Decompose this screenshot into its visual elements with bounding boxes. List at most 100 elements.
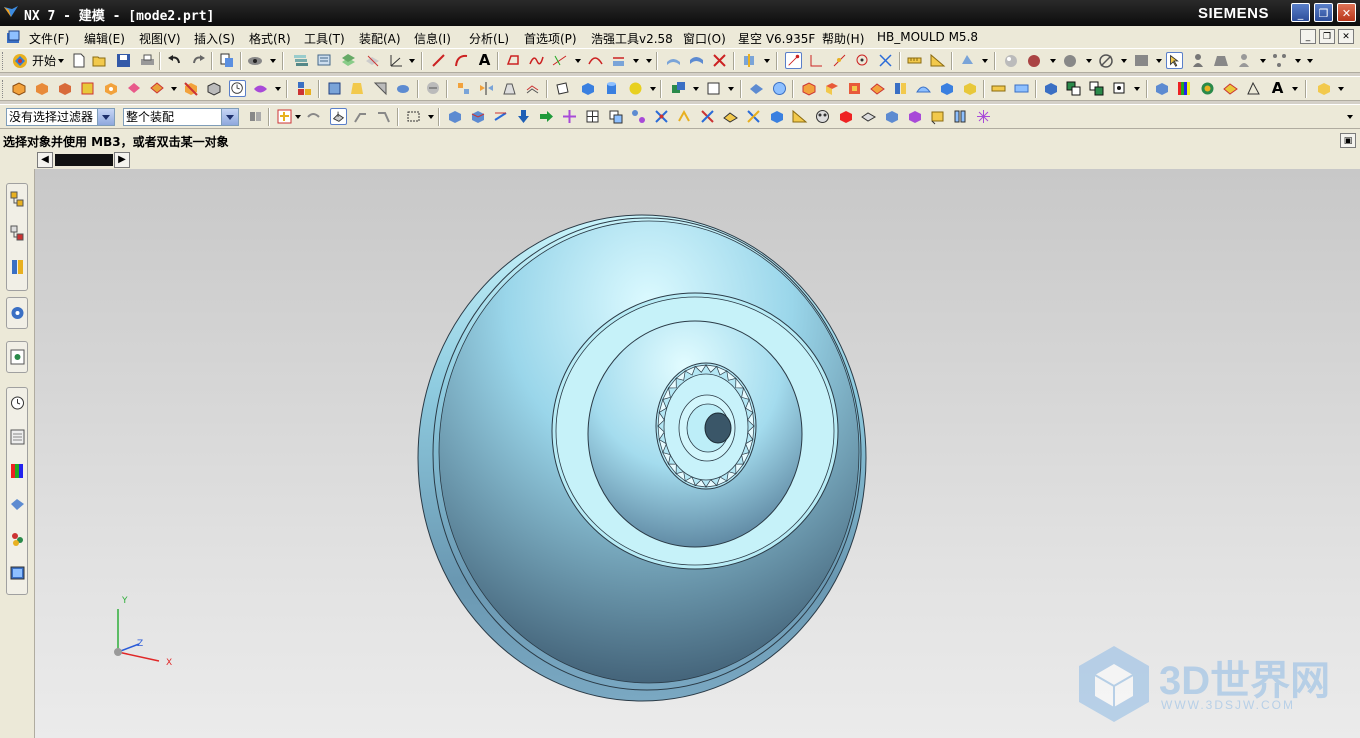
dimension-filter-icon[interactable] — [952, 108, 969, 125]
extrude-icon[interactable] — [326, 80, 343, 97]
system-materials-tab-icon[interactable] — [9, 426, 26, 448]
measure-filter-icon[interactable] — [791, 108, 808, 125]
menu-haoqiang-tools[interactable]: 浩强工具v2.58 — [591, 30, 673, 47]
texture-icon[interactable] — [1222, 80, 1239, 97]
menu-tools[interactable]: 工具(T) — [304, 30, 345, 47]
slot-icon[interactable] — [1013, 80, 1030, 97]
snap-midpoint-icon[interactable] — [831, 52, 848, 69]
parting-icon[interactable] — [1065, 80, 1082, 97]
type-filter-select[interactable]: 没有选择过滤器 — [6, 108, 115, 126]
menu-information[interactable]: 信息(I) — [414, 30, 451, 47]
move-to-layer-icon[interactable] — [340, 52, 357, 69]
replace-face-icon[interactable] — [892, 80, 909, 97]
draft-icon[interactable] — [501, 80, 518, 97]
layer-visibility-icon[interactable] — [316, 52, 333, 69]
snap-select-icon[interactable] — [276, 108, 293, 125]
select-chain-icon[interactable] — [375, 108, 392, 125]
figure-icon[interactable] — [1190, 52, 1207, 69]
trim-feature-icon[interactable] — [182, 80, 199, 97]
region-filter-icon[interactable] — [906, 108, 923, 125]
doc-minimize-button[interactable]: _ — [1300, 29, 1316, 44]
process-studio-tab-icon[interactable] — [9, 494, 26, 516]
component-select-icon[interactable] — [607, 108, 624, 125]
show-hide-icon[interactable] — [247, 52, 264, 69]
material-icon[interactable] — [1199, 80, 1216, 97]
reuse-face-icon[interactable] — [961, 80, 978, 97]
select-feature-icon[interactable] — [330, 108, 347, 125]
hole-feature-icon[interactable] — [102, 80, 119, 97]
doc-close-button[interactable]: ✕ — [1338, 29, 1354, 44]
snap-control-icon[interactable] — [854, 52, 871, 69]
solid-sphere-icon[interactable] — [627, 80, 644, 97]
history-clock-tab-icon[interactable] — [9, 392, 26, 414]
face-filter-icon[interactable] — [469, 108, 486, 125]
bridge-curve-icon[interactable] — [587, 52, 604, 69]
network-icon[interactable] — [1271, 52, 1288, 69]
snap-point-icon[interactable] — [785, 52, 802, 69]
undo-icon[interactable] — [166, 52, 183, 69]
render-style-icon[interactable] — [1026, 52, 1043, 69]
sketch-icon[interactable] — [505, 52, 522, 69]
new-file-icon[interactable] — [70, 52, 87, 69]
web-browser-tab-icon[interactable] — [9, 346, 26, 368]
highlight-filter-icon[interactable] — [837, 108, 854, 125]
curve-filter-icon[interactable] — [676, 108, 693, 125]
assembly-selection-icon[interactable] — [247, 108, 264, 125]
snap-intersection-icon[interactable] — [877, 52, 894, 69]
line-icon[interactable] — [430, 52, 447, 69]
menu-edit[interactable]: 编辑(E) — [84, 30, 125, 47]
cylinder-feature-icon[interactable] — [33, 80, 50, 97]
menu-assembly[interactable]: 装配(A) — [359, 30, 401, 47]
menu-file[interactable]: 文件(F) — [29, 30, 69, 47]
history-palette-tab-icon[interactable] — [9, 562, 26, 584]
menu-app-icon[interactable] — [6, 30, 21, 45]
spline-icon[interactable] — [528, 52, 545, 69]
menu-insert[interactable]: 插入(S) — [194, 30, 235, 47]
menu-preferences[interactable]: 首选项(P) — [524, 30, 577, 47]
trapezoid-icon[interactable] — [1213, 52, 1230, 69]
datum-plane-icon[interactable] — [554, 80, 571, 97]
mask-filter-icon[interactable] — [814, 108, 831, 125]
measure-angle-icon[interactable] — [929, 52, 946, 69]
project-curve-icon[interactable] — [610, 52, 627, 69]
pad-icon[interactable] — [990, 80, 1007, 97]
wcs-icon[interactable] — [388, 52, 405, 69]
roles-tab-icon[interactable] — [9, 528, 26, 550]
rectangle-select-icon[interactable] — [405, 108, 422, 125]
shaded-sphere-icon[interactable] — [1003, 52, 1020, 69]
core-cavity-icon[interactable] — [1088, 80, 1105, 97]
no-shadow-icon[interactable] — [1098, 52, 1115, 69]
scroll-thumb[interactable] — [55, 154, 113, 166]
menu-hb-mould[interactable]: HB_MOULD M5.8 — [877, 30, 978, 44]
split-body-icon[interactable] — [205, 80, 222, 97]
ejector-icon[interactable] — [1111, 80, 1128, 97]
solid-cylinder-icon[interactable] — [603, 80, 620, 97]
sync-modeling-icon[interactable] — [800, 80, 817, 97]
scroll-left-button[interactable]: ◀ — [37, 152, 53, 168]
block-feature-icon[interactable] — [10, 80, 27, 97]
select-face-icon[interactable] — [1166, 52, 1183, 69]
studio-icon[interactable] — [1062, 52, 1079, 69]
save-icon[interactable] — [115, 52, 132, 69]
deselect-icon[interactable] — [305, 108, 322, 125]
intersect-filter-icon[interactable] — [699, 108, 716, 125]
scope-filter-select[interactable]: 整个装配 — [123, 108, 239, 126]
constraint-navigator-tab-icon[interactable] — [9, 222, 26, 244]
body-filter-icon[interactable] — [446, 108, 463, 125]
arc-icon[interactable] — [453, 52, 470, 69]
shell-icon[interactable] — [395, 80, 412, 97]
scope-filter-dropdown-icon[interactable] — [221, 109, 238, 125]
color-map-icon[interactable] — [771, 80, 788, 97]
solid-box-icon[interactable] — [579, 80, 596, 97]
cue-maximize-button[interactable]: ▣ — [1340, 133, 1356, 148]
sheet-filter-icon[interactable] — [722, 108, 739, 125]
sphere-feature-icon[interactable] — [79, 80, 96, 97]
drop-down-arrow-icon[interactable] — [515, 108, 532, 125]
datum-filter-icon[interactable] — [745, 108, 762, 125]
facet-filter-icon[interactable] — [883, 108, 900, 125]
solid-filter-icon[interactable] — [768, 108, 785, 125]
swept-surface-icon[interactable] — [688, 52, 705, 69]
copy-icon[interactable] — [218, 52, 235, 69]
menu-help[interactable]: 帮助(H) — [822, 30, 864, 47]
snowflake-filter-icon[interactable] — [975, 108, 992, 125]
